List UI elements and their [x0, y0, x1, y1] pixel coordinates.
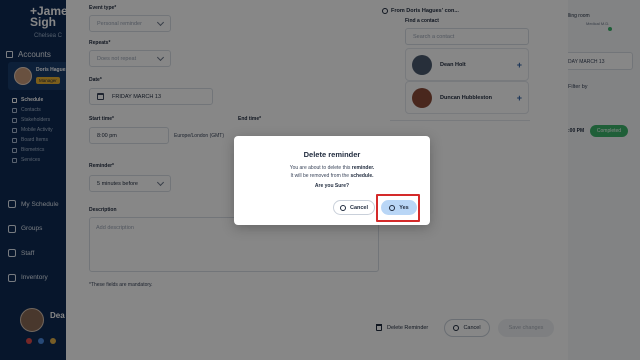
dialog-message-line-2: It will be removed from the schedule. — [290, 173, 374, 179]
close-circle-icon — [339, 204, 346, 211]
dialog-question: Are you Sure? — [314, 183, 350, 189]
yes-button-highlight — [376, 194, 420, 222]
dialog-message-line-1: You are about to delete this reminder. — [289, 165, 375, 171]
dialog-cancel-button[interactable]: Cancel — [333, 200, 375, 215]
dialog-title: Delete reminder — [303, 150, 361, 159]
